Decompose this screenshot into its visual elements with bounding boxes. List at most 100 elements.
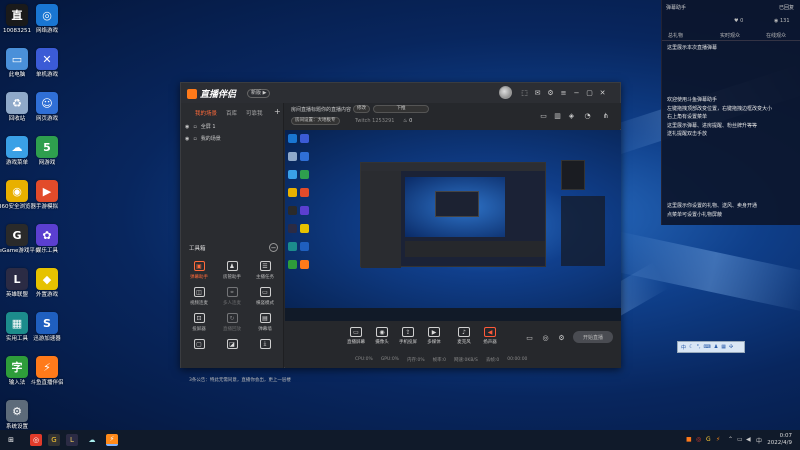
desktop-shortcut[interactable]: ⚙ 系统设置 (0, 400, 34, 431)
share-icon[interactable]: ⋔ (601, 111, 610, 120)
bell-icon[interactable]: ◔ (583, 111, 592, 120)
taskbar-app-icon[interactable]: L (66, 434, 78, 446)
screen-icon[interactable]: ▭ (539, 111, 548, 120)
tab-library[interactable]: 百库 (226, 109, 237, 117)
more-icon[interactable]: ✣ (729, 344, 733, 350)
desktop-shortcut[interactable]: ✕ 单机游戏 (30, 48, 64, 79)
taskbar-app-icon[interactable]: G (48, 434, 60, 446)
source-button[interactable]: ◀ 扬声器 (477, 327, 503, 345)
camera-toggle-icon[interactable]: ▭ (525, 333, 534, 342)
input-method-toolbar[interactable]: 中 ☾ °, ⌨ ♟ ▦ ✣ (677, 341, 745, 353)
eye-icon[interactable]: ◉ (185, 136, 189, 142)
tray-app-icon[interactable]: ■ (686, 436, 692, 443)
moon-icon[interactable]: ☾ (689, 344, 693, 350)
desktop-shortcut[interactable]: ♻ 回收站 (0, 92, 34, 123)
gear-icon[interactable]: ⚙ (557, 333, 566, 342)
toolbox-item[interactable]: ⊡ 投屏器 (185, 313, 213, 332)
room-setting[interactable]: 房间设置：大地板专 (291, 117, 340, 125)
avatar[interactable] (499, 86, 512, 99)
source-button[interactable]: ⇪ 手机投屏 (395, 327, 421, 345)
desktop-shortcut[interactable]: 直 10083251 (0, 4, 34, 35)
tray-app-icon[interactable]: ⚡ (716, 436, 720, 443)
chevron-up-icon[interactable]: ⌃ (728, 436, 733, 443)
toolbox-item[interactable]: ◪ (218, 339, 246, 352)
start-live-button[interactable]: 开始直播 (573, 331, 613, 343)
tray-app-icon[interactable]: ◎ (696, 436, 701, 443)
taskbar-clock[interactable]: 0:07 2022/4/9 (767, 433, 792, 447)
announcement[interactable]: 3条公告：特此无需同意，直播你会出，更上一层楼 (189, 377, 291, 383)
toolbox-item[interactable]: ▤ 弹幕墙 (251, 313, 279, 332)
tab-my-scenes[interactable]: 我的场景 (195, 109, 217, 117)
desktop-shortcut[interactable]: GWeGame游戏平台 (0, 224, 40, 255)
eye-toggle-icon[interactable]: ◎ (541, 333, 550, 342)
version-badge[interactable]: 新版 ▶ (247, 89, 271, 98)
source-button[interactable]: ▭ 直播屏幕 (343, 327, 369, 345)
toolbox-item[interactable]: ▭ 横竖模式 (251, 287, 279, 306)
eye-icon[interactable]: ◉ (185, 124, 189, 130)
scene-item[interactable]: ◉ ▫ 我的场景 (185, 135, 221, 143)
desktop-shortcut[interactable]: ▶ 手游模拟 (30, 180, 64, 211)
stat-item: GPU:0% (380, 357, 399, 362)
desktop-shortcut[interactable]: L 英雄联盟 (0, 268, 34, 299)
toolbox-item[interactable]: ▣ 弹幕助手 (185, 261, 213, 280)
toolbox-item[interactable]: ☰ 主播任务 (251, 261, 279, 280)
toolbox-item[interactable]: ♟ 房管助手 (218, 261, 246, 280)
chat-header-right[interactable]: 已回复 (779, 4, 794, 11)
punct-icon[interactable]: °, (697, 344, 701, 350)
settings-icon[interactable]: ⚙ (546, 88, 555, 97)
toolbox-toggle-icon[interactable]: − (269, 243, 278, 252)
category-select[interactable]: 下推 (373, 105, 429, 113)
live-preview[interactable] (285, 130, 621, 321)
lock-icon[interactable]: ▫ (193, 124, 196, 130)
source-button[interactable]: ◉ 摄像头 (369, 327, 395, 345)
close-icon[interactable]: ✕ (598, 88, 607, 97)
source-button[interactable]: ♪ 麦克风 (451, 327, 477, 345)
add-scene-button[interactable]: + (274, 107, 281, 116)
network-icon[interactable]: ▭ (737, 436, 743, 443)
chart-icon[interactable]: ▥ (553, 111, 562, 120)
taskbar-app-icon[interactable]: ◎ (30, 434, 42, 446)
lock-icon[interactable]: ▫ (193, 136, 196, 142)
source-button[interactable]: ▶ 多媒体 (421, 327, 447, 345)
tab-other[interactable]: 可靠我 (246, 109, 263, 117)
taskbar-live-companion-icon[interactable]: ⚡ (106, 434, 118, 446)
desktop-shortcut[interactable]: ☁ 游戏菜单 (0, 136, 34, 167)
toolbox-item[interactable]: ⚭ 多人连麦 (218, 287, 246, 306)
ime-tray-icon[interactable]: 中 (756, 436, 762, 445)
user-icon[interactable]: ♟ (714, 344, 718, 350)
grid-icon[interactable]: ▦ (721, 344, 726, 350)
toolbox-item[interactable]: ▢ (185, 339, 213, 352)
edit-title-button[interactable]: 修改 (353, 105, 370, 113)
menu-icon[interactable]: ≡ (559, 88, 568, 97)
stat-item: CPU:0% (355, 357, 373, 362)
toolbox-item[interactable]: ◫ 视频连麦 (185, 287, 213, 306)
tag-icon[interactable]: ◈ (567, 111, 576, 120)
desktop-shortcut[interactable]: 5 网游戏 (30, 136, 64, 167)
desktop-shortcut[interactable]: ◆ 外置游戏 (30, 268, 64, 299)
room-title[interactable]: 房间直播标题你的直播内容 (291, 106, 351, 113)
desktop-shortcut[interactable]: ◉ 360安全浏览器 (0, 180, 36, 211)
maximize-icon[interactable]: ▢ (585, 88, 594, 97)
volume-icon[interactable]: ◀ (746, 436, 751, 443)
taskbar-app-icon[interactable]: ☁ (86, 434, 98, 446)
desktop-shortcut[interactable]: ◎ 网络游戏 (30, 4, 64, 35)
desktop-shortcut[interactable]: S 迅游加速器 (30, 312, 64, 343)
start-menu-icon[interactable]: ⊞ (5, 434, 17, 446)
toolbox-item[interactable]: ↻ 直播回放 (218, 313, 246, 332)
tray-app-icon[interactable]: G (706, 436, 711, 443)
scene-item[interactable]: ◉ ▫ 全屏 1 (185, 123, 216, 131)
mail-icon[interactable]: ✉ (533, 88, 542, 97)
chat-message: 这里展示本次直播弹幕 (667, 45, 718, 51)
desktop-shortcut[interactable]: ✿ 娱乐工具 (30, 224, 64, 255)
desktop-shortcut[interactable]: ⚡ 斗鱼直播伴侣 (30, 356, 64, 387)
room-id: Twitch 1253291 (355, 118, 395, 124)
toolbox-item[interactable]: ⤓ (251, 339, 279, 352)
desktop-shortcut[interactable]: ▦ 实用工具 (0, 312, 34, 343)
desktop-shortcut[interactable]: ☺ 网页游戏 (30, 92, 64, 123)
gift-icon[interactable]: ⬚ (520, 88, 529, 97)
minimize-icon[interactable]: − (572, 88, 581, 97)
keyboard-icon[interactable]: ⌨ (704, 344, 711, 350)
ime-mode[interactable]: 中 (681, 344, 686, 351)
desktop-shortcut[interactable]: 字输入法 (0, 356, 34, 387)
desktop-shortcut[interactable]: ▭ 此电脑 (0, 48, 34, 79)
